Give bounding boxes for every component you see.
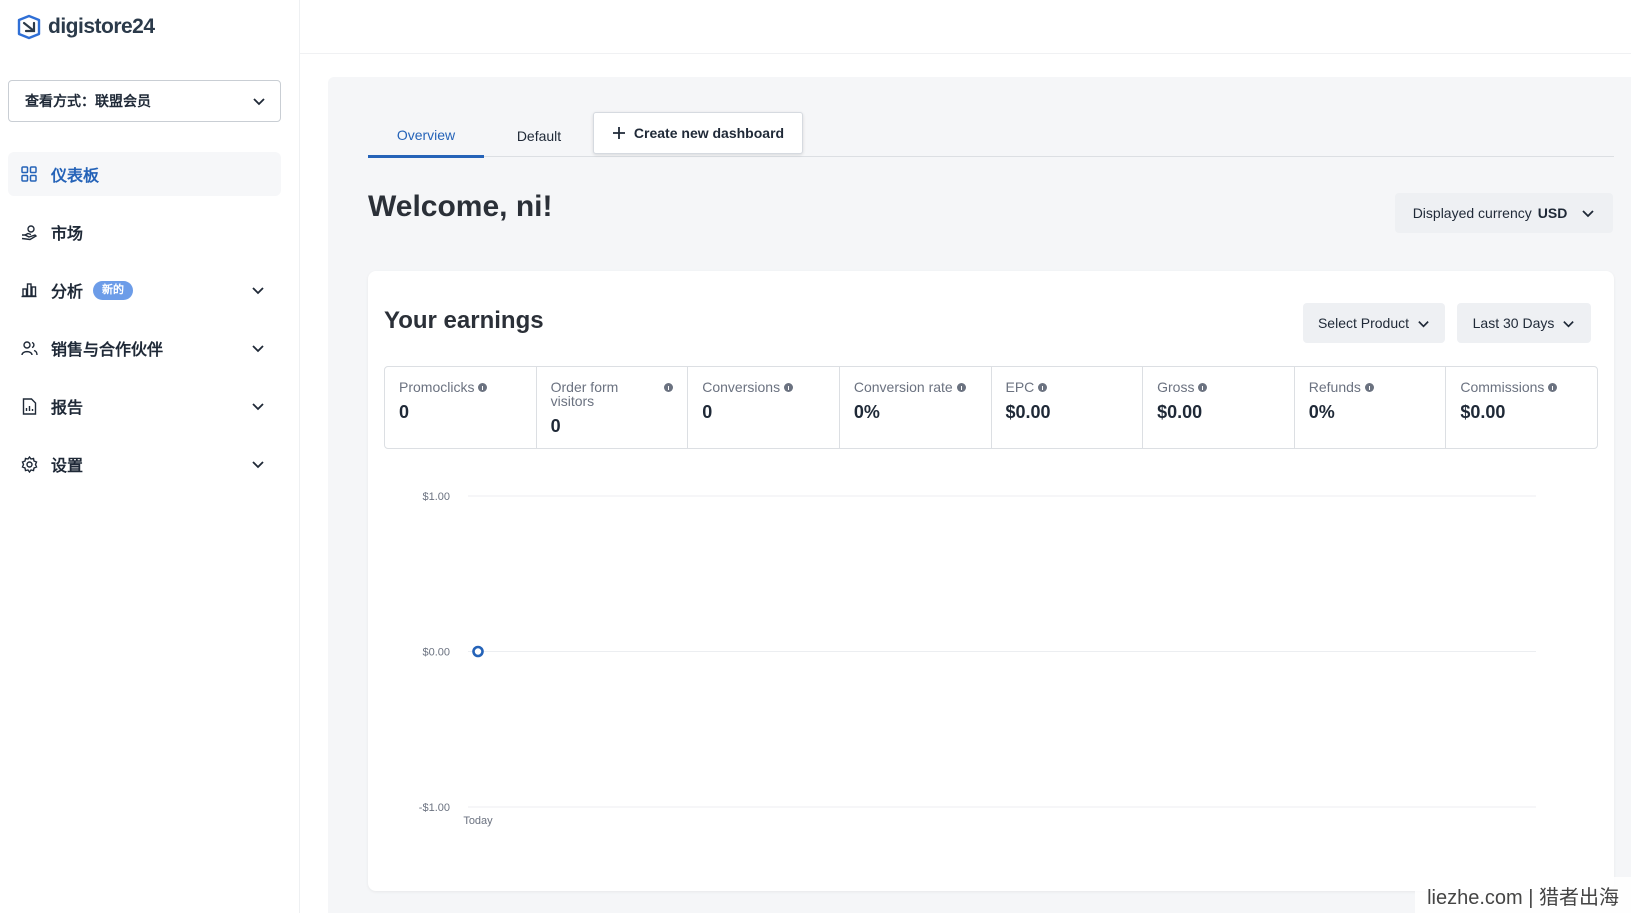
- chevron-down-icon[interactable]: [251, 283, 265, 297]
- tab-overview[interactable]: Overview: [368, 115, 484, 158]
- app: digistore24 查看方式：联盟会员 仪表板 市场 分析 新的 销售与合作…: [0, 0, 1631, 913]
- sidebar-item-analytics[interactable]: 分析 新的: [8, 268, 281, 312]
- chevron-down-icon: [1563, 320, 1575, 327]
- info-icon[interactable]: [478, 383, 488, 392]
- currency-value: USD: [1537, 205, 1568, 221]
- currency-label: Displayed currency: [1412, 205, 1532, 221]
- chevron-down-icon[interactable]: [251, 457, 265, 471]
- metric-order-form-visitors: Order form visitors 0: [537, 367, 689, 448]
- metric-value: $0.00: [1460, 402, 1506, 422]
- metric-value: $0.00: [1005, 402, 1051, 422]
- x-tick-label: Today: [463, 815, 493, 827]
- sidebar-item-label: 分析: [51, 284, 84, 301]
- chevron-down-icon[interactable]: [251, 399, 265, 413]
- metric-label: Conversions: [702, 379, 781, 395]
- y-tick-label: -$1.00: [419, 802, 450, 814]
- info-icon[interactable]: [956, 383, 966, 392]
- create-dashboard-button[interactable]: Create new dashboard: [593, 112, 803, 154]
- sidebar-item-label: 销售与合作伙伴: [51, 342, 164, 359]
- product-select[interactable]: Select Product: [1303, 303, 1445, 343]
- earnings-chart-svg: $1.00 $0.00 -$1.00 Today: [419, 491, 1536, 827]
- sidebar-item-dashboard[interactable]: 仪表板: [8, 152, 281, 196]
- sidebar-item-reports[interactable]: 报告: [8, 384, 281, 428]
- hand-money-icon: [20, 223, 38, 241]
- watermark: liezhe.com | 猎者出海: [1415, 877, 1631, 913]
- date-range-select[interactable]: Last 30 Days: [1457, 303, 1591, 343]
- earnings-chart: $1.00 $0.00 -$1.00 Today: [368, 471, 1614, 851]
- grid-icon: [20, 165, 38, 183]
- report-icon: [20, 397, 38, 415]
- dashboard-tabs: Overview Default Create new dashboard: [368, 112, 1614, 158]
- sidebar-item-label: 报告: [51, 400, 84, 417]
- earnings-title: Your earnings: [384, 307, 544, 334]
- view-mode-select[interactable]: 查看方式：联盟会员: [8, 80, 281, 122]
- metric-conversions: Conversions 0: [688, 367, 840, 448]
- sidebar-item-market[interactable]: 市场: [8, 210, 281, 254]
- create-dashboard-label: Create new dashboard: [633, 125, 785, 141]
- currency-select[interactable]: Displayed currency USD: [1395, 193, 1613, 233]
- metric-value: 0: [399, 402, 410, 422]
- product-select-label: Select Product: [1317, 315, 1410, 331]
- metric-epc: EPC $0.00: [992, 367, 1144, 448]
- sidebar-item-settings[interactable]: 设置: [8, 442, 281, 486]
- metric-gross: Gross $0.00: [1143, 367, 1295, 448]
- metric-refunds: Refunds 0%: [1295, 367, 1447, 448]
- sidebar: digistore24 查看方式：联盟会员 仪表板 市场 分析 新的 销售与合作…: [0, 0, 300, 913]
- metric-conversion-rate: Conversion rate 0%: [840, 367, 992, 448]
- metric-label: EPC: [1005, 379, 1035, 395]
- metric-label: Promoclicks: [399, 379, 475, 395]
- y-tick-label: $0.00: [422, 647, 450, 659]
- metric-value: 0%: [1308, 402, 1335, 422]
- metric-label: Refunds: [1308, 379, 1361, 395]
- page-title: Welcome, ni!: [368, 190, 553, 223]
- metric-promoclicks: Promoclicks 0: [385, 367, 537, 448]
- sidebar-item-sales-partners[interactable]: 销售与合作伙伴: [8, 326, 281, 370]
- sidebar-item-label: 市场: [51, 226, 84, 243]
- gear-icon: [20, 455, 38, 473]
- brand-name: digistore24: [48, 15, 155, 38]
- earnings-card: Your earnings Select Product Last 30 Day…: [368, 271, 1614, 891]
- new-badge: 新的: [93, 280, 134, 300]
- metric-value: 0: [550, 416, 561, 436]
- metric-label: Conversion rate: [853, 379, 953, 395]
- bar-chart-icon: [20, 281, 38, 299]
- info-icon[interactable]: [1548, 383, 1558, 392]
- metric-commissions: Commissions $0.00: [1446, 367, 1597, 448]
- view-mode-label: 查看方式：联盟会员: [25, 93, 151, 109]
- info-icon[interactable]: [784, 383, 794, 392]
- chevron-down-icon: [1582, 210, 1594, 218]
- metric-value: 0: [702, 402, 713, 422]
- chevron-down-icon[interactable]: [251, 341, 265, 355]
- sidebar-item-label: 仪表板: [51, 168, 100, 185]
- main-content: Overview Default Create new dashboard We…: [328, 77, 1631, 913]
- chevron-down-icon: [253, 98, 265, 106]
- data-point[interactable]: [472, 645, 484, 658]
- sidebar-item-label: 设置: [51, 458, 84, 475]
- date-range-label: Last 30 Days: [1472, 315, 1555, 331]
- chevron-down-icon: [1418, 320, 1429, 327]
- users-icon: [20, 339, 38, 357]
- info-icon[interactable]: [1198, 383, 1208, 392]
- top-bar: [300, 0, 1631, 54]
- metrics-row: Promoclicks 0 Order form visitors 0 Conv…: [384, 366, 1598, 449]
- metric-label: Gross: [1157, 379, 1195, 395]
- brand-logo[interactable]: digistore24: [16, 14, 155, 40]
- metric-label: Order form visitors: [550, 379, 619, 409]
- metric-value: 0%: [853, 402, 880, 422]
- y-tick-label: $1.00: [422, 491, 450, 503]
- metric-label: Commissions: [1460, 379, 1545, 395]
- plus-icon: [612, 127, 625, 139]
- sidebar-nav: 仪表板 市场 分析 新的 销售与合作伙伴 报告 设置: [8, 152, 281, 500]
- info-icon[interactable]: [1038, 383, 1048, 392]
- info-icon[interactable]: [1364, 383, 1374, 392]
- metric-value: $0.00: [1157, 402, 1203, 422]
- info-icon[interactable]: [664, 383, 674, 392]
- digistore-logo-icon: [17, 14, 41, 40]
- tab-default[interactable]: Default: [484, 115, 594, 157]
